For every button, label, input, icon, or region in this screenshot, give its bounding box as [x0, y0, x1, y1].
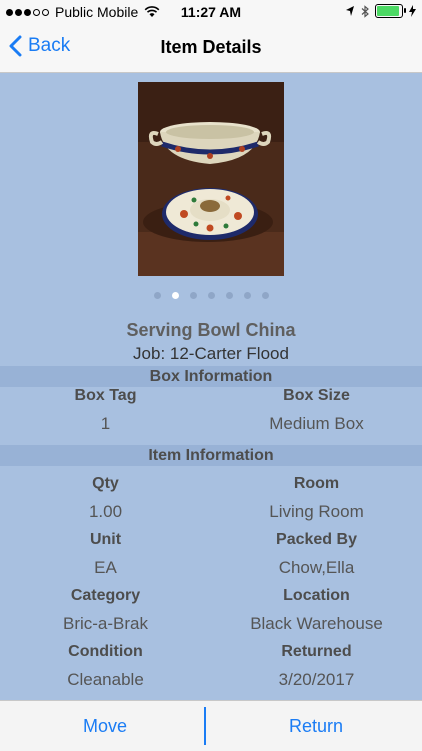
- returned-value: 3/20/2017: [278, 670, 355, 689]
- condition-value: Cleanable: [67, 670, 144, 689]
- photo-pager[interactable]: [0, 292, 422, 299]
- status-right: [345, 4, 416, 18]
- toolbar-divider: [204, 707, 206, 745]
- status-bar: Public Mobile 11:27 AM: [0, 0, 422, 24]
- serving-bowl-image: [138, 82, 284, 276]
- room-value: Living Room: [269, 502, 364, 521]
- item-name: Serving Bowl China: [126, 320, 296, 340]
- pager-dot-active[interactable]: [171, 292, 179, 299]
- qty-value: 1.00: [88, 502, 123, 521]
- bluetooth-icon: [361, 4, 369, 18]
- pager-dot[interactable]: [153, 292, 161, 299]
- item-job: Job: 12-Carter Flood: [133, 344, 289, 363]
- room-label: Room: [293, 475, 340, 492]
- pager-dot[interactable]: [189, 292, 197, 299]
- qty-label: Qty: [92, 475, 119, 492]
- move-button[interactable]: Move: [0, 701, 210, 751]
- unit-value: EA: [94, 558, 117, 577]
- category-label: Category: [70, 587, 141, 604]
- pager-dot[interactable]: [225, 292, 233, 299]
- pager-dot[interactable]: [243, 292, 251, 299]
- item-photo[interactable]: [138, 82, 284, 276]
- unit-label: Unit: [89, 531, 122, 548]
- packed-by-label: Packed By: [276, 531, 357, 548]
- condition-label: Condition: [68, 643, 143, 660]
- location-arrow-icon: [346, 6, 354, 16]
- item-information-header: Item Information: [0, 445, 422, 466]
- box-size-value: Medium Box: [269, 414, 364, 433]
- pager-dot[interactable]: [261, 292, 269, 299]
- box-size-label: Box Size: [283, 387, 350, 404]
- bottom-toolbar: Move Return: [0, 700, 422, 751]
- box-tag-value: 1: [100, 414, 111, 433]
- pager-dot[interactable]: [207, 292, 215, 299]
- return-button[interactable]: Return: [211, 701, 421, 751]
- category-value: Bric-a-Brak: [62, 614, 148, 633]
- page-title: Item Details: [160, 37, 262, 57]
- packed-by-value: Chow,Ella: [278, 558, 355, 577]
- location-value: Black Warehouse: [250, 614, 383, 633]
- box-tag-label: Box Tag: [74, 387, 137, 404]
- box-information-header: Box Information: [0, 366, 422, 387]
- location-label: Location: [283, 587, 350, 604]
- returned-label: Returned: [281, 643, 352, 660]
- navigation-bar: Back Item Details: [0, 24, 422, 73]
- charging-bolt-icon: [409, 5, 416, 17]
- battery-icon: [375, 4, 406, 18]
